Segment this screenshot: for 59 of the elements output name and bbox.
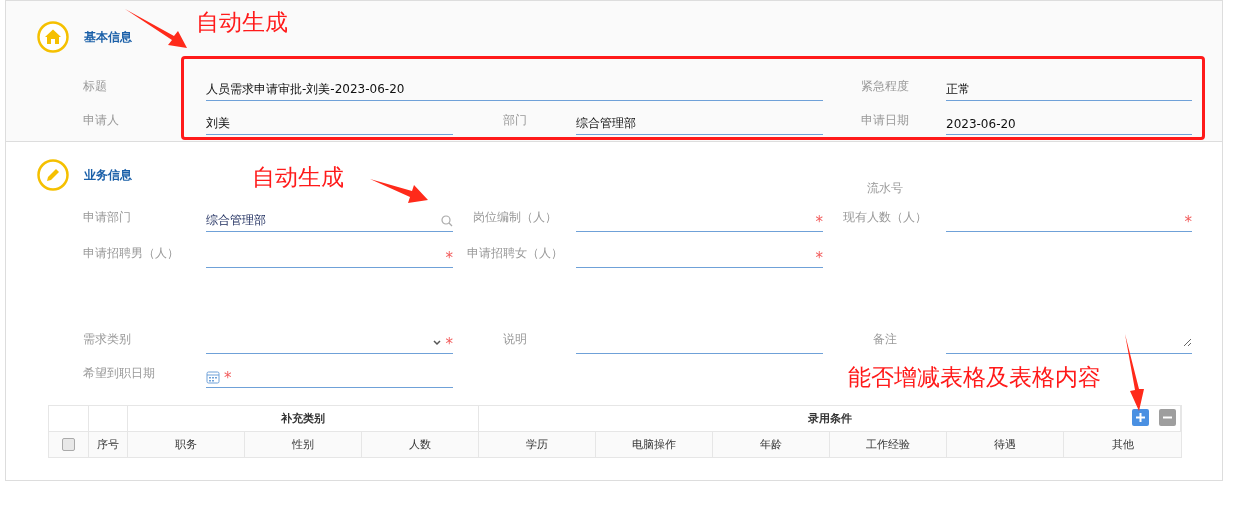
annotation-text: 能否增减表格及表格内容 [848,366,1101,389]
field-label: 申请招聘女（人） [465,244,564,262]
required-mark: * [445,248,453,266]
field-value: 2023-06-20 [946,116,1016,131]
field-label: 流水号 [865,179,904,197]
annotation-arrow [370,179,428,203]
annotation-text: 自动生成 [196,11,288,34]
field-value: 人员需求申请审批-刘美-2023-06-20 [206,81,405,98]
column-header: 学历 [479,432,596,457]
field-label: 紧急程度 [859,77,910,95]
search-icon[interactable] [441,214,453,227]
column-header: 性别 [245,432,362,457]
column-header: 职务 [128,432,245,457]
section-title: 基本信息 [84,28,132,46]
required-mark: * [445,334,453,352]
column-header: 待遇 [947,432,1064,457]
section-title: 业务信息 [84,166,132,184]
field-value: 综合管理部 [576,115,636,132]
required-mark: * [224,368,232,386]
field-label: 标题 [83,77,108,95]
calendar-icon [206,369,220,384]
column-header: 人数 [362,432,479,457]
column-header: 工作经验 [830,432,947,457]
input-field[interactable]: 正常 [946,79,1192,101]
input-field[interactable]: 2023-06-20 [946,113,1192,135]
house-icon [37,21,69,53]
field-label: 申请人 [83,111,120,129]
annotation-text: 自动生成 [252,166,344,189]
field-value: 综合管理部 [206,212,266,229]
input-field[interactable]: 人员需求申请审批-刘美-2023-06-20 [206,79,823,101]
field-label: 备注 [871,330,898,348]
field-label: 申请招聘男（人） [83,244,180,262]
column-header: 年龄 [713,432,830,457]
required-mark: * [1184,212,1192,230]
field-label: 希望到职日期 [83,364,156,382]
add-row-button[interactable] [1132,409,1149,426]
field-label: 现有人数（人） [841,208,928,226]
column-header: 序号 [89,432,128,457]
field-label: 申请部门 [83,208,132,226]
checkbox[interactable] [62,438,75,451]
field-value: 正常 [946,81,970,98]
pencil-icon [37,159,69,191]
field-label: 岗位编制（人） [471,208,558,226]
required-mark: * [815,212,823,230]
column-header: 其他 [1110,437,1135,453]
input-field[interactable]: 综合管理部 [576,113,823,135]
field-label: 需求类别 [83,330,132,348]
field-label: 部门 [501,111,528,129]
input-field[interactable]: 综合管理部 [206,210,453,232]
group-header: 补充类别 [128,406,479,431]
column-header: 电脑操作 [596,432,713,457]
required-mark: * [815,248,823,266]
field-value: 刘美 [206,115,230,132]
field-label: 说明 [501,330,528,348]
resize-handle-icon[interactable] [1183,338,1192,347]
field-label: 申请日期 [859,111,910,129]
chevron-down-icon[interactable] [431,338,442,347]
input-field[interactable]: 刘美 [206,113,453,135]
remove-row-button[interactable] [1159,409,1176,426]
